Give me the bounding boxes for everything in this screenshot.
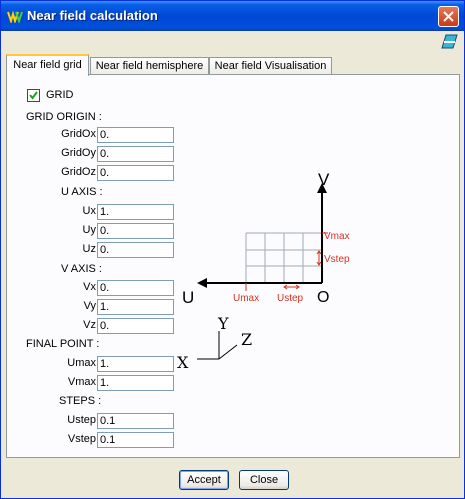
vstep-text: Vstep <box>324 254 350 265</box>
vstep-arrow <box>316 250 322 266</box>
u-axis-heading: U AXIS : <box>61 186 103 198</box>
y-label: Y <box>217 314 229 333</box>
grid-checkbox[interactable] <box>27 89 40 102</box>
vz-label: Vz <box>83 319 96 331</box>
vstep-input[interactable] <box>97 432 174 448</box>
vz-input[interactable] <box>97 318 174 334</box>
uz-label: Uz <box>82 243 96 255</box>
close-window-button[interactable] <box>438 6 459 27</box>
ux-input[interactable] <box>97 204 174 220</box>
final-point-heading: FINAL POINT : <box>26 338 100 350</box>
button-bar: Accept Close <box>6 460 460 496</box>
close-button[interactable]: Close <box>239 470 289 490</box>
x-label: X <box>177 353 189 372</box>
gridoy-label: GridOy <box>61 147 96 159</box>
vy-label: Vy <box>83 300 96 312</box>
ustep-input[interactable] <box>97 413 174 429</box>
uy-label: Uy <box>82 224 96 236</box>
vmax-text: Vmax <box>324 231 350 242</box>
ux-label: Ux <box>82 205 96 217</box>
gridoz-input[interactable] <box>97 165 174 181</box>
gridoz-label: GridOz <box>61 166 96 178</box>
umax-label: Umax <box>67 357 96 369</box>
tab-near-field-hemisphere[interactable]: Near field hemisphere <box>90 57 209 75</box>
uz-input[interactable] <box>97 242 174 258</box>
grid-checkbox-label: GRID <box>46 89 74 101</box>
umax-input[interactable] <box>97 356 174 372</box>
z-axis-line <box>218 344 238 360</box>
tab-near-field-visualisation[interactable]: Near field Visualisation <box>209 57 332 75</box>
window-title: Near field calculation <box>27 8 158 23</box>
title-bar[interactable]: Near field calculation <box>1 1 464 31</box>
gridox-label: GridOx <box>61 128 96 140</box>
u-label: U <box>182 288 194 307</box>
tab-near-field-grid[interactable]: Near field grid <box>6 54 89 76</box>
gridoy-input[interactable] <box>97 146 174 162</box>
grid-origin-heading: GRID ORIGIN : <box>26 111 102 123</box>
u-axis-arrow <box>197 278 207 288</box>
checkmark-icon <box>29 91 38 100</box>
vmax-label: Vmax <box>67 376 96 388</box>
v-label: V <box>318 170 330 189</box>
umax-text: Umax <box>233 293 259 304</box>
accept-button[interactable]: Accept <box>179 470 229 490</box>
app-icon <box>7 10 23 23</box>
ustep-label: Ustep <box>67 414 96 426</box>
v-axis-heading: V AXIS : <box>61 263 102 275</box>
eraser-icon[interactable] <box>441 34 458 49</box>
ustep-text: Ustep <box>277 293 304 304</box>
o-label: O <box>317 289 329 306</box>
uy-input[interactable] <box>97 223 174 239</box>
near-field-window: Near field calculation Near field grid N… <box>0 0 465 499</box>
z-label: Z <box>241 330 252 349</box>
steps-heading: STEPS : <box>59 395 102 407</box>
vx-input[interactable] <box>97 280 174 296</box>
vy-input[interactable] <box>97 299 174 315</box>
gridox-input[interactable] <box>97 127 174 143</box>
vmax-input[interactable] <box>97 375 174 391</box>
vx-label: Vx <box>83 281 96 293</box>
ustep-arrow <box>283 284 300 290</box>
grid-lines <box>245 232 322 283</box>
close-icon <box>443 11 454 22</box>
grid-axes-diagram: V U O Vmax Vstep Umax Ustep Y X Z <box>177 170 350 372</box>
vstep-label: Vstep <box>67 433 96 445</box>
